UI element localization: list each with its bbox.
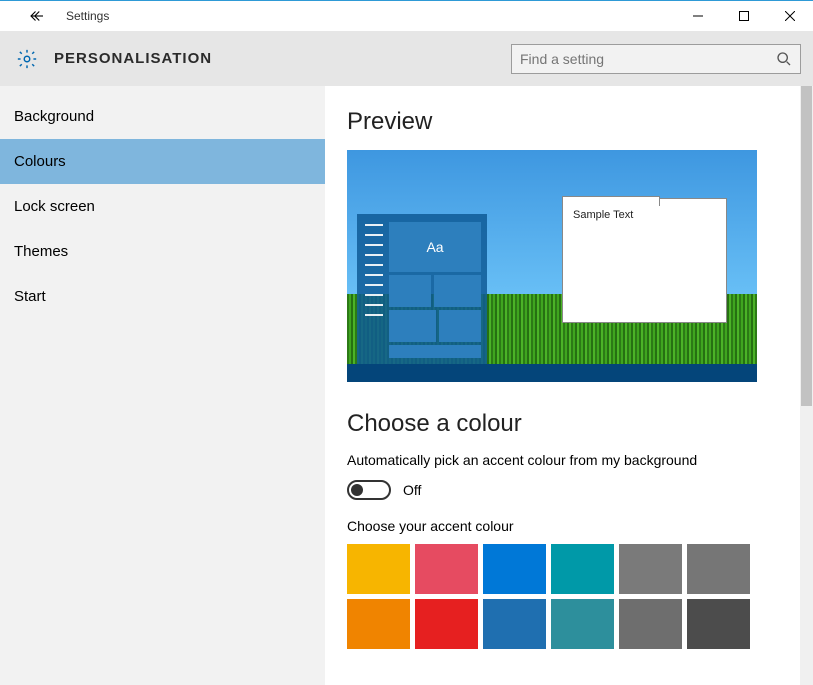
preview-tile-aa: Aa: [389, 222, 481, 272]
sidebar-item-themes[interactable]: Themes: [0, 229, 325, 274]
back-button[interactable]: [18, 1, 56, 31]
colour-swatch[interactable]: [619, 544, 682, 594]
preview-window-tab: [562, 196, 660, 206]
sidebar-item-label: Themes: [14, 243, 68, 260]
content: Preview Aa: [325, 86, 813, 685]
sidebar-item-colours[interactable]: Colours: [0, 139, 325, 184]
close-icon: [785, 11, 795, 21]
titlebar: Settings: [0, 1, 813, 31]
accent-swatches: [347, 544, 767, 649]
colour-swatch[interactable]: [347, 544, 410, 594]
preview-tile: [389, 345, 481, 358]
preview-start-tiles: Aa: [389, 214, 487, 364]
scrollbar[interactable]: [800, 86, 813, 685]
sidebar-item-label: Lock screen: [14, 198, 95, 215]
auto-accent-label: Automatically pick an accent colour from…: [347, 452, 785, 468]
body: Background Colours Lock screen Themes St…: [0, 86, 813, 685]
preview-tile: [389, 310, 436, 342]
colour-swatch[interactable]: [551, 544, 614, 594]
maximize-button[interactable]: [721, 1, 767, 31]
content-area: Preview Aa: [325, 86, 813, 685]
preview-start-rail: [357, 214, 389, 364]
preview-sample-window: Sample Text: [562, 198, 727, 323]
preview-aa-label: Aa: [426, 239, 443, 255]
sidebar-item-label: Start: [14, 288, 46, 305]
search-box[interactable]: [511, 44, 801, 74]
preview-tile: [389, 275, 431, 307]
preview-start-menu: Aa: [357, 214, 487, 364]
colour-swatch[interactable]: [687, 544, 750, 594]
search-wrap: [511, 44, 801, 74]
scrollbar-thumb[interactable]: [801, 86, 812, 406]
minimize-button[interactable]: [675, 1, 721, 31]
colour-swatch[interactable]: [551, 599, 614, 649]
auto-accent-toggle-row: Off: [347, 480, 785, 500]
colour-swatch[interactable]: [415, 544, 478, 594]
minimize-icon: [693, 11, 703, 21]
sidebar-item-label: Colours: [14, 153, 66, 170]
maximize-icon: [739, 11, 749, 21]
colour-swatch[interactable]: [483, 544, 546, 594]
auto-accent-toggle[interactable]: [347, 480, 391, 500]
header: PERSONALISATION: [0, 31, 813, 86]
auto-accent-state: Off: [403, 482, 421, 498]
window-title: Settings: [66, 9, 109, 23]
choose-colour-heading: Choose a colour: [347, 410, 785, 438]
window-controls: [675, 1, 813, 31]
colour-swatch[interactable]: [687, 599, 750, 649]
sidebar-item-start[interactable]: Start: [0, 274, 325, 319]
gear-icon: [14, 46, 40, 72]
sidebar: Background Colours Lock screen Themes St…: [0, 86, 325, 685]
preview-heading: Preview: [347, 108, 785, 136]
colour-swatch[interactable]: [619, 599, 682, 649]
colour-swatch[interactable]: [347, 599, 410, 649]
search-input[interactable]: [520, 51, 776, 67]
sidebar-item-lock-screen[interactable]: Lock screen: [0, 184, 325, 229]
page-title: PERSONALISATION: [54, 50, 212, 67]
colour-swatch[interactable]: [483, 599, 546, 649]
search-icon: [776, 51, 792, 67]
arrow-left-icon: [28, 7, 46, 25]
sidebar-item-background[interactable]: Background: [0, 94, 325, 139]
preview-box: Aa Sample Text: [347, 150, 757, 382]
close-button[interactable]: [767, 1, 813, 31]
preview-tile: [439, 310, 481, 342]
colour-swatch[interactable]: [415, 599, 478, 649]
toggle-knob: [351, 484, 363, 496]
preview-tile: [434, 275, 481, 307]
accent-colour-label: Choose your accent colour: [347, 518, 785, 534]
sidebar-item-label: Background: [14, 108, 94, 125]
preview-taskbar: [347, 364, 757, 382]
